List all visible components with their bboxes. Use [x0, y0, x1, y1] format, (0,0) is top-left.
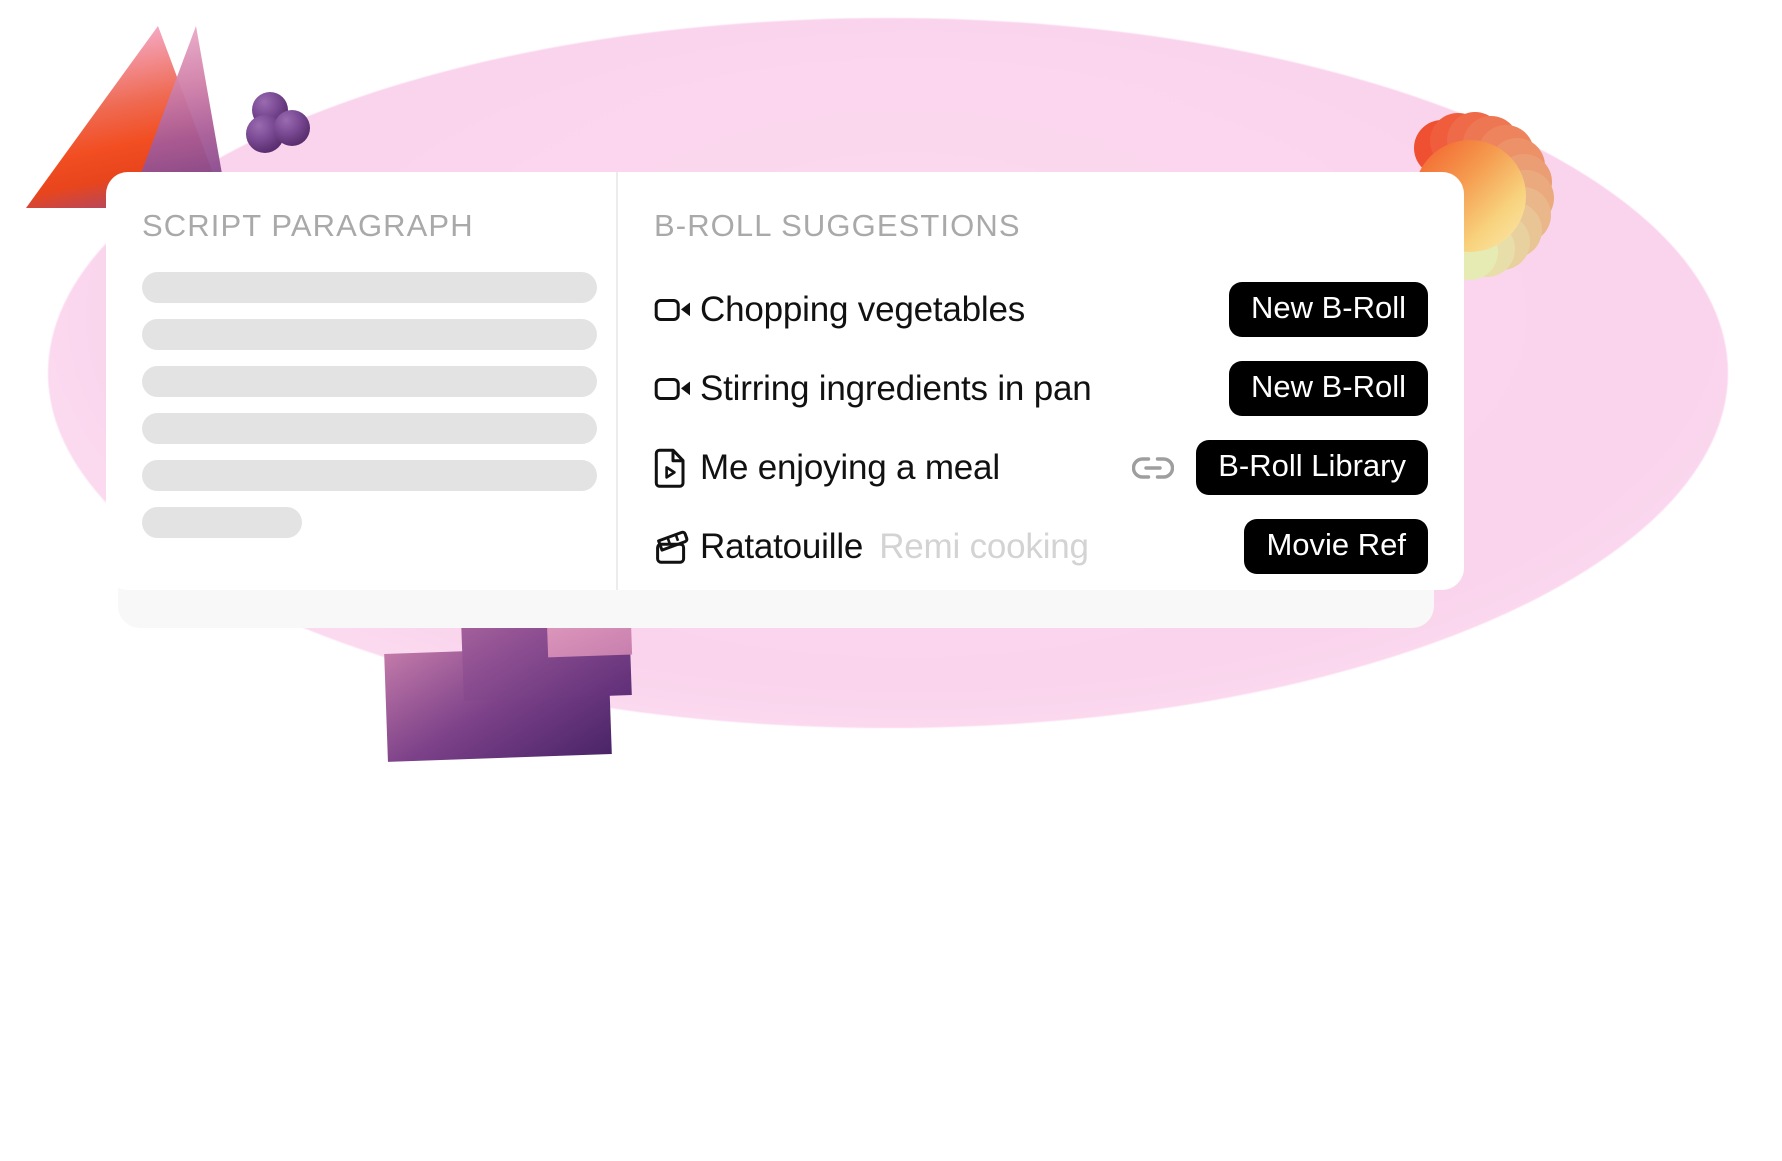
- script-skeleton-line: [142, 413, 597, 444]
- decorative-sphere-right: [274, 110, 310, 146]
- script-skeleton-line: [142, 272, 597, 303]
- video-camera-icon: [654, 294, 700, 326]
- broll-suggestions-pane: B-ROLL SUGGESTIONS Chopping vegetables Ne…: [618, 172, 1464, 590]
- broll-suggestion-label: Ratatouille: [700, 526, 864, 566]
- file-play-icon: [654, 448, 700, 488]
- broll-action-button[interactable]: B-Roll Library: [1196, 439, 1428, 496]
- script-skeleton-line: [142, 460, 597, 491]
- script-paragraph-title: SCRIPT PARAGRAPH: [142, 208, 474, 243]
- link-icon[interactable]: [1132, 455, 1175, 481]
- broll-suggestion-list: Chopping vegetables New B-Roll Stirring in…: [654, 270, 1428, 586]
- video-camera-icon: [654, 373, 700, 405]
- script-paragraph-pane: SCRIPT PARAGRAPH: [106, 172, 618, 590]
- broll-action-button[interactable]: New B-Roll: [1228, 281, 1428, 338]
- broll-action-button[interactable]: Movie Ref: [1244, 518, 1428, 575]
- broll-suggestion-row[interactable]: Chopping vegetables New B-Roll: [654, 270, 1428, 349]
- script-skeleton-line: [142, 507, 302, 538]
- broll-suggestion-label: Stirring ingredients in pan: [700, 368, 1092, 408]
- broll-suggestion-label: Chopping vegetables: [700, 289, 1026, 329]
- broll-suggestion-subtitle: Remi cooking: [879, 526, 1089, 566]
- broll-suggestions-title: B-ROLL SUGGESTIONS: [654, 208, 1021, 243]
- broll-suggestion-label: Me enjoying a meal: [700, 447, 1000, 487]
- clapperboard-icon: [654, 528, 700, 566]
- script-skeleton-list: [142, 272, 597, 538]
- suggestions-card: SCRIPT PARAGRAPH B-ROLL SUGGESTIONS Chop…: [106, 172, 1464, 590]
- broll-action-button[interactable]: New B-Roll: [1228, 360, 1428, 417]
- illustration-stage: SCRIPT PARAGRAPH B-ROLL SUGGESTIONS Chop…: [0, 0, 1782, 1161]
- broll-suggestion-row[interactable]: Stirring ingredients in pan New B-Roll: [654, 349, 1428, 428]
- broll-suggestion-row[interactable]: Ratatouille Remi cooking Movie Ref: [654, 507, 1428, 586]
- script-skeleton-line: [142, 319, 597, 350]
- script-skeleton-line: [142, 366, 597, 397]
- broll-suggestion-row[interactable]: Me enjoying a meal B-Roll Library: [654, 428, 1428, 507]
